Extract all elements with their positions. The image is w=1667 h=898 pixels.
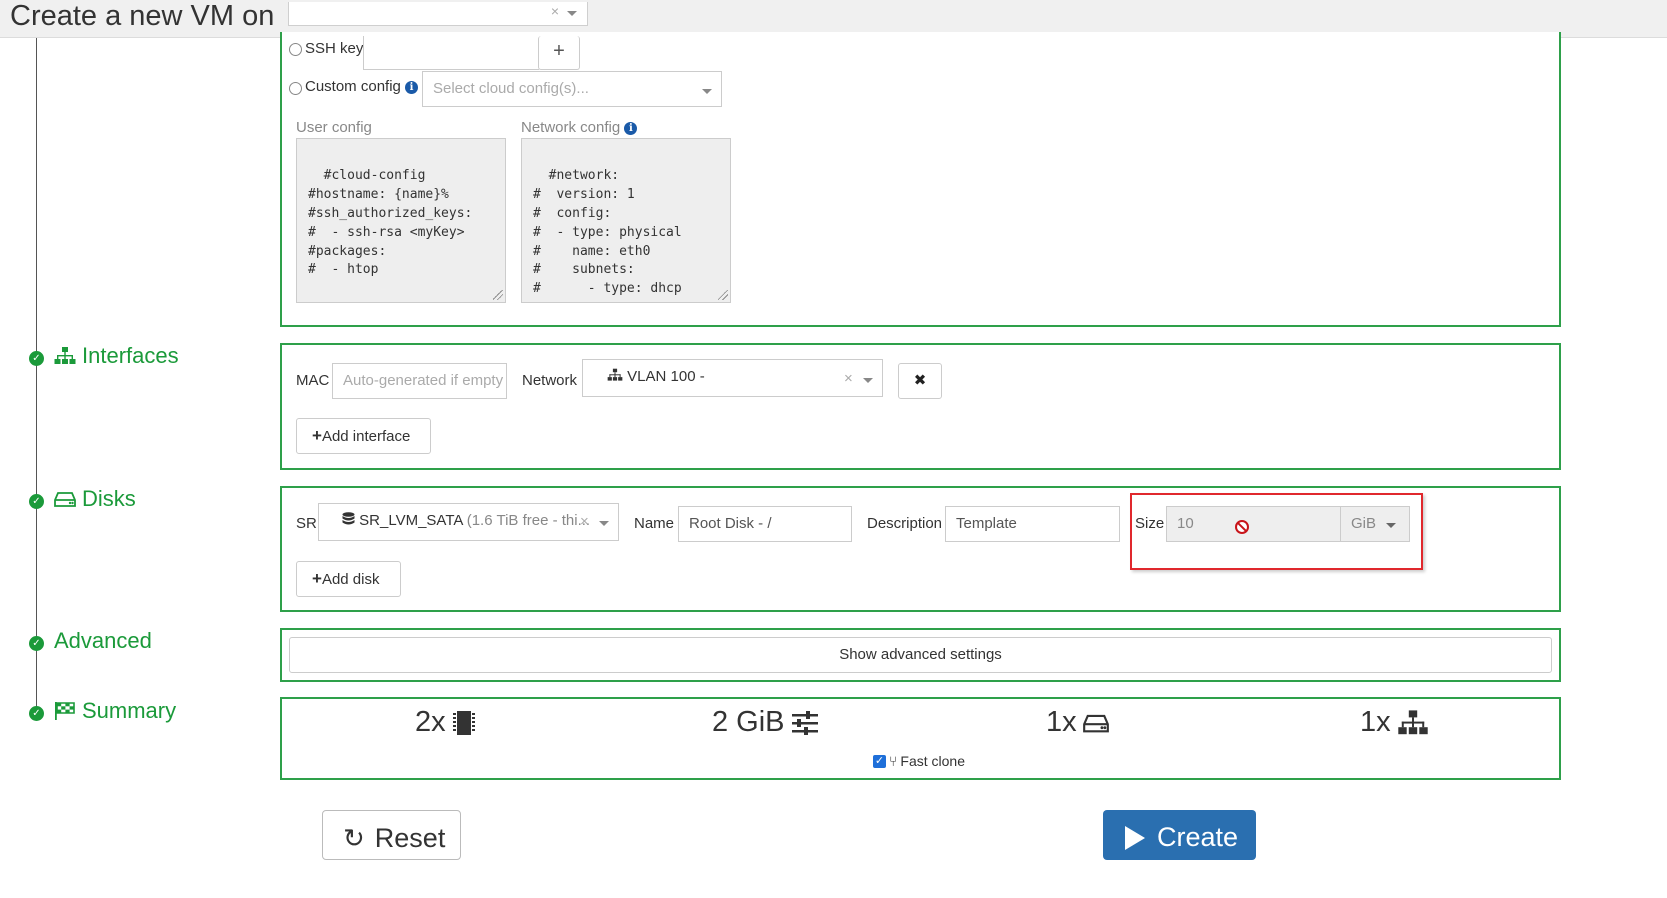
summary-cpus: 2x bbox=[415, 706, 476, 739]
pool-select[interactable]: × bbox=[288, 2, 588, 26]
disk-name-input[interactable]: Root Disk - / bbox=[678, 506, 852, 542]
chevron-down-icon[interactable] bbox=[863, 378, 873, 383]
sr-select[interactable]: SR_LVM_SATA (1.6 TiB free - thi... bbox=[318, 503, 619, 541]
chevron-down-icon[interactable] bbox=[1386, 523, 1396, 528]
step-complete-icon: ✓ bbox=[29, 351, 44, 366]
chevron-down-icon[interactable] bbox=[702, 89, 712, 94]
info-icon: i bbox=[405, 80, 419, 94]
show-advanced-settings-button[interactable]: Show advanced settings bbox=[289, 637, 1552, 673]
step-advanced[interactable]: Advanced bbox=[54, 628, 152, 654]
play-icon bbox=[1125, 826, 1145, 850]
disk-size-label: Size bbox=[1135, 515, 1165, 532]
step-summary[interactable]: Summary bbox=[54, 698, 176, 724]
custom-config-radio[interactable] bbox=[289, 82, 302, 95]
step-label-text: Interfaces bbox=[82, 343, 179, 368]
clear-icon[interactable]: × bbox=[580, 513, 589, 530]
chevron-down-icon[interactable] bbox=[599, 521, 609, 526]
undo-icon: ↻ bbox=[343, 823, 365, 853]
cloud-config-select[interactable]: Select cloud config(s)... bbox=[422, 71, 722, 107]
add-disk-button[interactable]: +Add disk bbox=[296, 561, 401, 597]
add-ssh-key-button[interactable]: + bbox=[538, 36, 580, 70]
summary-memory: 2 GiB bbox=[712, 706, 819, 739]
disk-size-unit-select[interactable]: GiB bbox=[1340, 506, 1410, 542]
wizard-timeline bbox=[36, 38, 37, 718]
mac-input[interactable]: Auto-generated if empty bbox=[332, 363, 507, 399]
user-config-label: User config bbox=[296, 119, 372, 136]
disk-description-input[interactable]: Template bbox=[945, 506, 1120, 542]
ssh-key-radio[interactable] bbox=[289, 43, 302, 56]
plus-icon: + bbox=[312, 569, 322, 588]
ssh-key-label: SSH key bbox=[305, 40, 364, 57]
not-allowed-cursor-icon bbox=[1235, 520, 1249, 534]
network-config-textarea[interactable]: #network: # version: 1 # config: # - typ… bbox=[521, 138, 731, 303]
plus-icon: + bbox=[312, 426, 322, 445]
fast-clone-checkbox[interactable]: ✓ bbox=[873, 754, 886, 768]
resize-handle[interactable] bbox=[493, 290, 503, 300]
step-label-text: Summary bbox=[82, 698, 177, 723]
step-disks[interactable]: Disks bbox=[54, 486, 136, 512]
fast-clone-option[interactable]: ✓ ⑂ Fast clone bbox=[873, 753, 965, 769]
disk-size-input[interactable]: 10 bbox=[1166, 506, 1341, 542]
reset-button[interactable]: ↻ Reset bbox=[322, 810, 461, 860]
step-complete-icon: ✓ bbox=[29, 494, 44, 509]
network-icon bbox=[607, 368, 623, 381]
network-icon bbox=[1397, 709, 1428, 734]
clear-icon[interactable]: × bbox=[551, 3, 559, 19]
create-button[interactable]: Create bbox=[1103, 810, 1256, 860]
step-interfaces[interactable]: Interfaces bbox=[54, 343, 179, 369]
chevron-down-icon[interactable] bbox=[567, 11, 577, 16]
mac-label: MAC bbox=[296, 372, 330, 389]
network-config-label: Network config i bbox=[521, 119, 638, 136]
step-label-text: Disks bbox=[82, 486, 136, 511]
clear-icon[interactable]: × bbox=[844, 370, 853, 387]
summary-interfaces: 1x bbox=[1360, 706, 1429, 739]
disk-name-label: Name bbox=[634, 515, 675, 532]
code-fork-icon: ⑂ bbox=[889, 753, 898, 769]
summary-disks: 1x bbox=[1046, 706, 1109, 739]
database-icon bbox=[342, 512, 355, 525]
step-label-text: Advanced bbox=[54, 628, 152, 653]
page-title: Create a new VM on bbox=[10, 0, 275, 32]
user-config-textarea[interactable]: #cloud-config #hostname: {name}% #ssh_au… bbox=[296, 138, 506, 303]
flag-checkered-icon bbox=[55, 702, 75, 720]
network-icon bbox=[54, 347, 76, 364]
ssh-key-input[interactable] bbox=[363, 36, 539, 70]
step-complete-icon: ✓ bbox=[29, 636, 44, 651]
info-icon: i bbox=[624, 121, 638, 135]
hdd-icon bbox=[1082, 714, 1109, 732]
cpu-icon bbox=[452, 710, 475, 735]
sliders-icon bbox=[791, 710, 818, 735]
step-complete-icon: ✓ bbox=[29, 706, 44, 721]
add-interface-button[interactable]: +Add interface bbox=[296, 418, 431, 454]
network-select[interactable]: VLAN 100 - bbox=[582, 359, 883, 397]
remove-interface-button[interactable]: ✖ bbox=[898, 363, 942, 399]
custom-config-label: Custom config i bbox=[305, 78, 419, 95]
hdd-icon bbox=[54, 492, 76, 507]
disk-description-label: Description bbox=[867, 515, 943, 532]
sr-label: SR bbox=[296, 515, 317, 532]
network-label: Network bbox=[522, 372, 578, 389]
resize-handle[interactable] bbox=[718, 290, 728, 300]
